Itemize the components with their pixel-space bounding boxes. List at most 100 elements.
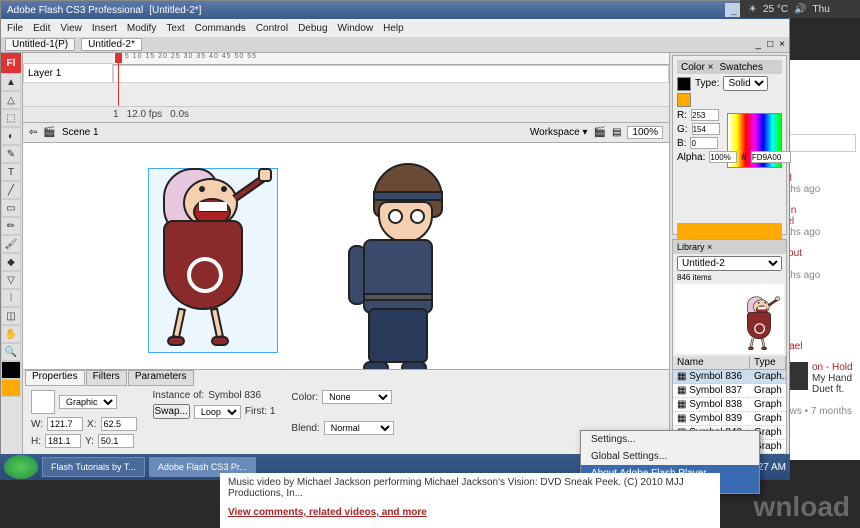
fps-display: 12.0 fps — [127, 109, 163, 120]
swap-button[interactable]: Swap... — [153, 404, 190, 419]
hex-input[interactable] — [751, 151, 791, 163]
zoom-tool[interactable]: 🔍 — [1, 343, 21, 361]
fill-type-select[interactable]: Solid — [723, 76, 768, 91]
tab-parameters[interactable]: Parameters — [128, 370, 194, 386]
lasso-tool[interactable]: ◐ — [1, 127, 21, 145]
menu-control[interactable]: Control — [256, 23, 288, 34]
swatches-tab[interactable]: Swatches — [720, 62, 763, 73]
ink-bottle-tool[interactable]: ◆ — [1, 253, 21, 271]
doc-tab-1[interactable]: Untitled-1(P) — [5, 38, 75, 51]
timeline-ruler[interactable]: 1 5 10 15 20 25 30 35 40 45 50 55 — [113, 53, 669, 65]
eraser-tool[interactable]: ◫ — [1, 307, 21, 325]
cm-settings[interactable]: Settings... — [581, 431, 759, 448]
menu-view[interactable]: View — [60, 23, 82, 34]
doc-close-icon[interactable]: × — [779, 39, 785, 50]
selection-tool[interactable]: ▲ — [1, 73, 21, 91]
menu-debug[interactable]: Debug — [298, 23, 327, 34]
timeline-status: 1 12.0 fps 0.0s — [23, 106, 669, 122]
fill-color-icon[interactable] — [677, 93, 691, 107]
loop-select[interactable]: Loop — [194, 405, 241, 419]
color-effect-select[interactable]: None — [322, 390, 392, 404]
zoom-level[interactable]: 100% — [627, 126, 663, 139]
menu-modify[interactable]: Modify — [127, 23, 156, 34]
col-name[interactable]: Name — [673, 356, 750, 369]
view-comments-link[interactable]: View comments, related videos, and more — [228, 507, 712, 518]
stroke-color-icon[interactable] — [677, 77, 691, 91]
doc-restore-icon[interactable]: □ — [767, 39, 773, 50]
character-2-symbol[interactable] — [343, 163, 473, 369]
library-tab[interactable]: Library × — [673, 240, 786, 254]
blend-select[interactable]: Normal — [324, 421, 394, 435]
taskbar-item[interactable]: Flash Tutorials by T... — [42, 457, 145, 477]
g-input[interactable] — [692, 123, 720, 135]
fill-color-swatch[interactable] — [1, 379, 21, 397]
b-input[interactable] — [690, 137, 718, 149]
menu-insert[interactable]: Insert — [92, 23, 117, 34]
rectangle-tool[interactable]: ▭ — [1, 199, 21, 217]
subselection-tool[interactable]: △ — [1, 91, 21, 109]
document-name: [Untitled-2*] — [149, 5, 201, 16]
layer-name: Layer 1 — [28, 68, 61, 79]
text-tool[interactable]: T — [1, 163, 21, 181]
alpha-input[interactable] — [709, 151, 737, 163]
menu-edit[interactable]: Edit — [33, 23, 50, 34]
col-type[interactable]: Type — [750, 356, 786, 369]
eyedropper-tool[interactable]: ⁞ — [1, 289, 21, 307]
free-transform-tool[interactable]: ⬚ — [1, 109, 21, 127]
tab-filters[interactable]: Filters — [86, 370, 127, 386]
volume-icon[interactable]: 🔊 — [794, 4, 806, 15]
library-doc-select[interactable]: Untitled-2 — [677, 256, 782, 271]
timeline-panel: 1 5 10 15 20 25 30 35 40 45 50 55 Layer … — [23, 53, 669, 123]
layer-row[interactable]: Layer 1 — [23, 63, 113, 83]
color-panel-tab[interactable]: Color × — [681, 62, 714, 73]
paint-bucket-tool[interactable]: ▽ — [1, 271, 21, 289]
menu-text[interactable]: Text — [166, 23, 184, 34]
back-icon[interactable]: ⇦ — [29, 127, 37, 138]
workspace-dropdown[interactable]: Workspace ▾ — [530, 127, 588, 138]
tab-properties[interactable]: Properties — [25, 370, 85, 386]
flash-app-window: Adobe Flash CS3 Professional [Untitled-2… — [0, 0, 790, 460]
line-tool[interactable]: ╱ — [1, 181, 21, 199]
menu-file[interactable]: File — [7, 23, 23, 34]
stage[interactable] — [23, 143, 669, 369]
item-count: 846 items — [673, 273, 786, 282]
doc-minimize-icon[interactable]: _ — [756, 39, 762, 50]
start-button[interactable] — [4, 455, 38, 479]
character-1-symbol[interactable] — [153, 168, 273, 353]
frames-area[interactable] — [113, 65, 669, 83]
temperature: 25 °C — [763, 4, 788, 15]
instance-of: Symbol 836 — [208, 390, 261, 401]
tools-panel: Fl ▲ △ ⬚ ◐ ✎ T ╱ ▭ ✏ 🖌 ◆ ▽ ⁞ ◫ ✋ 🔍 — [1, 53, 23, 459]
menu-commands[interactable]: Commands — [195, 23, 246, 34]
scene-name[interactable]: Scene 1 — [62, 127, 99, 138]
brush-tool[interactable]: 🖌 — [1, 235, 21, 253]
height-input[interactable] — [45, 434, 81, 448]
edit-scene-icon[interactable]: 🎬 — [594, 127, 606, 138]
menu-help[interactable]: Help — [383, 23, 404, 34]
watermark: wnload — [754, 491, 850, 523]
weather-icon[interactable]: ☀ — [748, 4, 757, 15]
pen-tool[interactable]: ✎ — [1, 145, 21, 163]
doc-tab-2[interactable]: Untitled-2* — [81, 38, 142, 51]
cm-global-settings[interactable]: Global Settings... — [581, 448, 759, 465]
day: Thu — [813, 4, 830, 15]
properties-panel: Properties Filters Parameters Graphic W:… — [23, 369, 669, 459]
library-preview — [675, 284, 784, 354]
library-item[interactable]: ▦ Symbol 836Graph... — [673, 370, 786, 384]
x-input[interactable] — [101, 417, 137, 431]
r-input[interactable] — [691, 109, 719, 121]
library-item[interactable]: ▦ Symbol 839Graph — [673, 412, 786, 426]
width-input[interactable] — [47, 417, 83, 431]
hand-tool[interactable]: ✋ — [1, 325, 21, 343]
library-item[interactable]: ▦ Symbol 837Graph — [673, 384, 786, 398]
symbol-type-icon — [31, 390, 55, 414]
pencil-tool[interactable]: ✏ — [1, 217, 21, 235]
stroke-color-swatch[interactable] — [1, 361, 21, 379]
edit-symbol-icon[interactable]: ▤ — [612, 127, 621, 138]
y-input[interactable] — [98, 434, 134, 448]
library-item[interactable]: ▦ Symbol 838Graph — [673, 398, 786, 412]
window-titlebar[interactable]: Adobe Flash CS3 Professional [Untitled-2… — [1, 1, 789, 19]
playhead[interactable] — [118, 53, 119, 113]
menu-window[interactable]: Window — [338, 23, 374, 34]
instance-behavior-select[interactable]: Graphic — [59, 395, 117, 409]
